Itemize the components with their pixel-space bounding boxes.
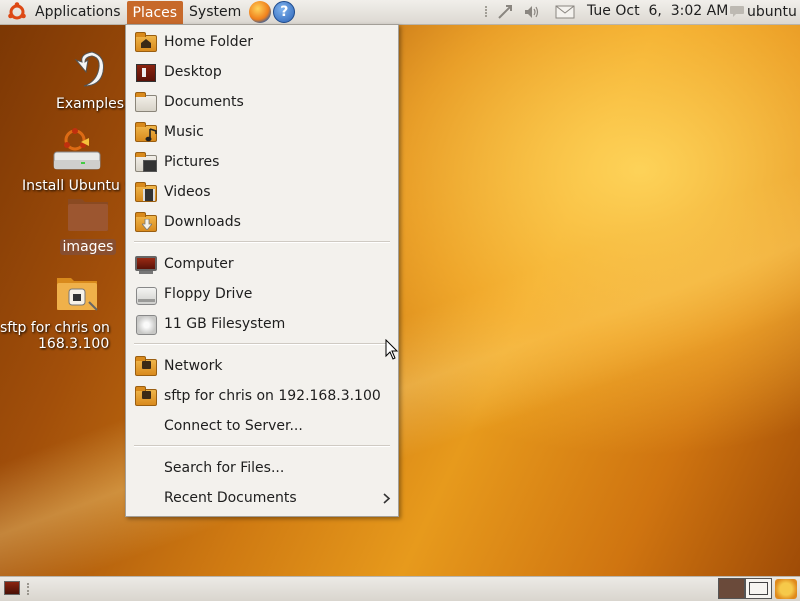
menu-item-pictures[interactable]: Pictures: [127, 148, 397, 176]
remote-folder-icon: [57, 278, 98, 311]
menu-item-documents[interactable]: Documents: [127, 88, 397, 116]
examples-icon: [74, 51, 104, 87]
menu-item-label: Videos: [164, 184, 211, 200]
menu-item-recent-documents[interactable]: Recent Documents: [127, 484, 397, 512]
menu-item-label: sftp for chris on 192.168.3.100: [164, 388, 381, 404]
chevron-right-icon: [383, 493, 391, 504]
volume-icon[interactable]: [523, 0, 541, 24]
menu-separator: [134, 241, 390, 243]
panel-handle-icon: [483, 0, 489, 24]
workspace-1[interactable]: [718, 578, 745, 599]
downloads-folder-icon: [135, 212, 157, 232]
documents-folder-icon: [135, 92, 157, 112]
menu-item-label: Connect to Server...: [164, 418, 303, 434]
menu-item-label: Music: [164, 124, 204, 140]
menu-item-label: Home Folder: [164, 34, 254, 50]
desktop-item-label: images: [59, 239, 117, 255]
menu-item-sftp[interactable]: sftp for chris on 192.168.3.100: [127, 382, 397, 410]
menu-separator: [134, 343, 390, 345]
workspace-2[interactable]: [745, 578, 772, 599]
remote-folder-icon: [135, 386, 157, 406]
speech-bubble-icon: [730, 6, 744, 17]
places-menu-button[interactable]: Places: [126, 1, 184, 24]
menu-item-label: Desktop: [164, 64, 222, 80]
trash-icon[interactable]: [775, 579, 797, 599]
videos-folder-icon: [135, 182, 157, 202]
desktop-item-label: Install Ubuntu 9: [22, 178, 132, 194]
floppy-drive-icon: [135, 284, 157, 305]
menu-separator: [134, 445, 390, 447]
bottom-panel: [0, 576, 800, 601]
mail-icon[interactable]: [555, 0, 575, 24]
menu-item-label: Documents: [164, 94, 244, 110]
menu-item-label: Recent Documents: [164, 490, 297, 506]
menu-item-videos[interactable]: Videos: [127, 178, 397, 206]
menu-item-home-folder[interactable]: Home Folder: [127, 28, 397, 56]
mouse-cursor-icon: [385, 339, 399, 360]
menu-item-downloads[interactable]: Downloads: [127, 208, 397, 236]
show-desktop-icon[interactable]: [4, 581, 20, 595]
installer-icon: [53, 128, 101, 170]
ubuntu-logo-icon[interactable]: [7, 2, 27, 22]
folder-icon: [68, 199, 108, 231]
system-menu[interactable]: System: [183, 0, 247, 24]
desktop-item-sftp[interactable]: sftp for chris on 168.3.100: [0, 272, 138, 352]
menu-item-label: Pictures: [164, 154, 220, 170]
desktop-item-label: Examples: [55, 96, 125, 112]
applications-menu[interactable]: Applications: [29, 0, 127, 24]
menu-item-label: Search for Files...: [164, 460, 285, 476]
desktop-item-install-ubuntu[interactable]: Install Ubuntu 9: [22, 128, 132, 194]
menu-item-floppy-drive[interactable]: Floppy Drive: [127, 280, 397, 308]
desktop-item-label-line1: sftp for chris on: [0, 320, 110, 336]
desktop-item-label-line2: 168.3.100: [38, 336, 110, 352]
menu-item-label: Computer: [164, 256, 234, 272]
places-dropdown: Home Folder Desktop Documents Music Pict…: [125, 24, 399, 517]
pictures-folder-icon: [135, 152, 157, 172]
menu-item-computer[interactable]: Computer: [127, 250, 397, 278]
clock[interactable]: Tue Oct 6, 3:02 AM: [587, 3, 728, 19]
help-icon[interactable]: ?: [273, 1, 296, 23]
menu-item-label: Downloads: [164, 214, 241, 230]
desktop-item-examples[interactable]: Examples: [50, 48, 130, 112]
desktop-icon: [135, 62, 157, 82]
menu-item-filesystem[interactable]: 11 GB Filesystem: [127, 310, 397, 338]
menu-item-music[interactable]: Music: [127, 118, 397, 146]
menu-item-search-for-files[interactable]: Search for Files...: [127, 454, 397, 482]
menu-item-label: Floppy Drive: [164, 286, 253, 302]
home-folder-icon: [135, 32, 157, 52]
menu-item-label: Network: [164, 358, 223, 374]
music-folder-icon: [135, 122, 157, 142]
network-folder-icon: [135, 356, 157, 376]
panel-handle-icon: [27, 583, 32, 595]
menu-item-connect-to-server[interactable]: Connect to Server...: [127, 412, 397, 440]
firefox-icon[interactable]: [249, 1, 272, 23]
desktop-item-images[interactable]: images: [58, 193, 118, 255]
user-name: ubuntu: [747, 4, 797, 20]
harddisk-icon: [135, 314, 157, 335]
computer-icon: [135, 254, 157, 274]
user-menu[interactable]: ubuntu: [729, 0, 797, 24]
menu-item-label: 11 GB Filesystem: [164, 316, 286, 332]
menu-item-network[interactable]: Network: [127, 352, 397, 380]
network-icon[interactable]: [496, 0, 514, 24]
menu-item-desktop[interactable]: Desktop: [127, 58, 397, 86]
